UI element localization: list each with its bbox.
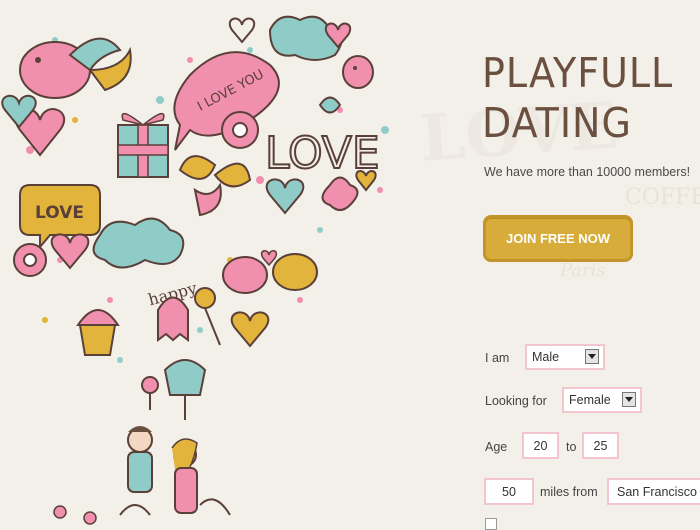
- looking-for-select[interactable]: Female: [562, 387, 642, 413]
- form-checkbox[interactable]: [485, 518, 497, 530]
- svg-text:LOVE: LOVE: [35, 203, 84, 223]
- join-free-now-button[interactable]: JOIN FREE NOW: [483, 215, 633, 262]
- background-paris-doodle: Paris: [560, 260, 606, 281]
- love-birds-icon: [222, 250, 318, 294]
- age-to-label: to: [566, 440, 577, 454]
- age-max-input[interactable]: 25: [582, 432, 619, 459]
- age-min-input[interactable]: 20: [522, 432, 559, 459]
- gift-icon: [117, 112, 169, 178]
- i-am-label: I am: [485, 351, 510, 365]
- miles-from-label: miles from: [540, 485, 598, 499]
- couple-illustration: [119, 426, 231, 516]
- background-coffee-doodle: COFFEE: [625, 185, 700, 210]
- i-am-select[interactable]: Male: [525, 344, 605, 370]
- i-am-selected-value: Male: [532, 350, 560, 364]
- flower-icon: [221, 111, 259, 149]
- chevron-down-icon[interactable]: [585, 349, 599, 364]
- butterfly-icon: [178, 155, 252, 217]
- chevron-down-icon[interactable]: [622, 392, 636, 407]
- heart-doodle-illustration: I LOVE YOU LOVE LOVE happy: [0, 0, 430, 525]
- cupcake-icon: [76, 309, 120, 356]
- looking-for-label: Looking for: [485, 394, 547, 408]
- key-icon: [194, 287, 221, 346]
- bird-icon: [19, 37, 132, 99]
- looking-for-selected-value: Female: [569, 393, 611, 407]
- distance-input[interactable]: 50: [484, 478, 534, 505]
- member-count-subtitle: We have more than 10000 members!: [484, 165, 691, 179]
- page-title: PLAYFULL DATING: [482, 48, 692, 147]
- age-label: Age: [485, 440, 508, 454]
- title-line-1: PLAYFULL: [482, 49, 674, 97]
- location-input[interactable]: San Francisco: [607, 478, 700, 505]
- title-line-2: DATING: [482, 99, 632, 147]
